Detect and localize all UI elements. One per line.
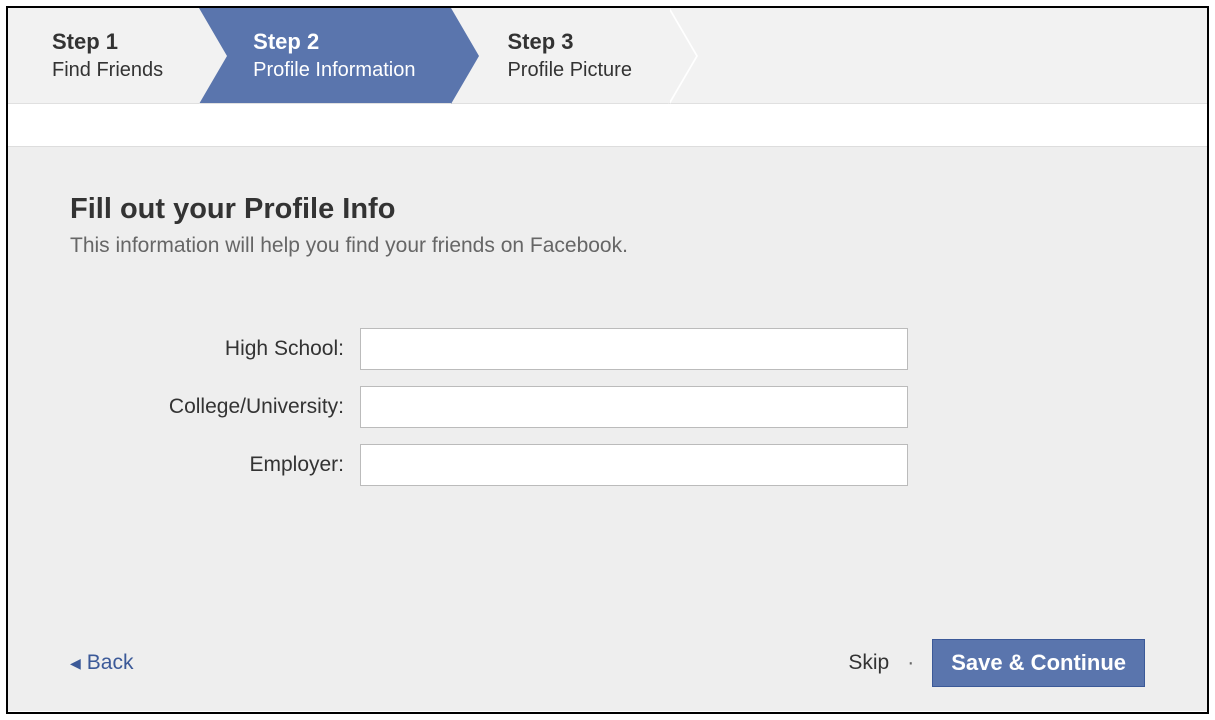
- step-3-arrow-icon: [668, 8, 696, 104]
- back-link[interactable]: ◀ Back: [70, 651, 133, 675]
- high-school-label: High School:: [70, 337, 360, 361]
- app-window: Step 1 Find Friends Step 2 Profile Infor…: [6, 6, 1209, 714]
- employer-input[interactable]: [360, 444, 908, 486]
- skip-link[interactable]: Skip: [848, 651, 889, 675]
- caret-left-icon: ◀: [70, 655, 81, 672]
- separator-dot-icon: ·: [907, 651, 914, 675]
- save-continue-button[interactable]: Save & Continue: [932, 639, 1145, 687]
- form-row-college: College/University:: [70, 386, 1145, 428]
- step-arrow-notch-icon: [199, 8, 227, 104]
- form-row-high-school: High School:: [70, 328, 1145, 370]
- form-row-employer: Employer:: [70, 444, 1145, 486]
- step-1-find-friends[interactable]: Step 1 Find Friends: [8, 8, 199, 103]
- footer-right: Skip · Save & Continue: [848, 639, 1145, 687]
- footer: ◀ Back Skip · Save & Continue: [70, 639, 1145, 687]
- back-label: Back: [87, 651, 134, 675]
- step-3-title: Step 3: [507, 29, 632, 55]
- content: Fill out your Profile Info This informat…: [8, 147, 1207, 486]
- high-school-input[interactable]: [360, 328, 908, 370]
- page-subtitle: This information will help you find your…: [70, 234, 1145, 258]
- step-2-subtitle: Profile Information: [253, 59, 415, 82]
- college-label: College/University:: [70, 395, 360, 419]
- employer-label: Employer:: [70, 453, 360, 477]
- content-wrapper: Fill out your Profile Info This informat…: [8, 146, 1207, 711]
- step-1-subtitle: Find Friends: [52, 59, 163, 82]
- college-input[interactable]: [360, 386, 908, 428]
- stepper: Step 1 Find Friends Step 2 Profile Infor…: [8, 8, 1207, 104]
- step-1-title: Step 1: [52, 29, 163, 55]
- step-2-title: Step 2: [253, 29, 415, 55]
- step-arrow-right-icon: [451, 8, 479, 104]
- step-3-subtitle: Profile Picture: [507, 59, 632, 82]
- step-2-profile-information[interactable]: Step 2 Profile Information: [199, 8, 451, 103]
- step-3-profile-picture[interactable]: Step 3 Profile Picture: [451, 8, 668, 103]
- page-title: Fill out your Profile Info: [70, 193, 1145, 226]
